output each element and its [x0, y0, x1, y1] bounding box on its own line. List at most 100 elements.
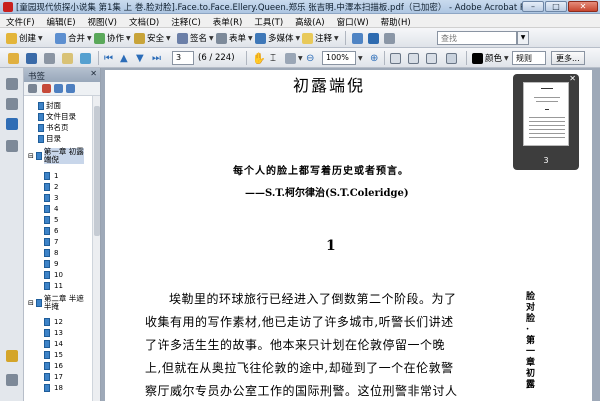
- sign-button[interactable]: 签名 ▼: [177, 31, 214, 45]
- bookmark-subitem[interactable]: 18: [44, 384, 63, 392]
- bookmark-subitem[interactable]: 2: [44, 183, 58, 191]
- fit-width-button[interactable]: [408, 51, 419, 65]
- signatures-icon[interactable]: [6, 140, 18, 152]
- next-page-button[interactable]: ▼: [136, 51, 144, 65]
- scrollbar-thumb[interactable]: [94, 106, 100, 236]
- bookmark-subitem[interactable]: 4: [44, 205, 58, 213]
- bookmark-subitem[interactable]: 10: [44, 271, 63, 279]
- page-count: (6 / 224): [198, 53, 235, 63]
- menu-tools[interactable]: 工具(T): [248, 14, 289, 28]
- bookmark-subitem[interactable]: 17: [44, 373, 63, 381]
- zoom-dropdown[interactable]: ▼: [358, 51, 363, 65]
- attachments-icon[interactable]: [6, 374, 18, 386]
- multimedia-label: 多媒体: [268, 34, 294, 44]
- page-thumbnail-popup[interactable]: ✕ 3: [513, 74, 579, 170]
- color-swatch-icon: [472, 52, 483, 64]
- menu-advanced[interactable]: 高级(A): [289, 14, 330, 28]
- search-input[interactable]: 查找: [437, 31, 517, 45]
- select-button[interactable]: [384, 31, 395, 45]
- bookmark-subitem[interactable]: 8: [44, 249, 58, 257]
- bookmark-subitem[interactable]: 7: [44, 238, 58, 246]
- options-icon[interactable]: [28, 84, 37, 93]
- menu-document[interactable]: 文档(D): [123, 14, 165, 28]
- bookmark-item-cover[interactable]: 封面: [38, 102, 61, 110]
- comment-button[interactable]: 注释 ▼: [302, 31, 339, 45]
- pages-icon[interactable]: [6, 78, 18, 90]
- bookmark-chapter-1[interactable]: ⊟ 第一章 初露端倪: [28, 148, 84, 164]
- menu-view[interactable]: 视图(V): [82, 14, 123, 28]
- bookmark-subitem[interactable]: 15: [44, 351, 63, 359]
- bookmark-subitem[interactable]: 1: [44, 172, 58, 180]
- bookmark-subitem[interactable]: 3: [44, 194, 58, 202]
- delete-icon[interactable]: [42, 84, 51, 93]
- comments-icon[interactable]: [6, 350, 18, 362]
- zoom-out-button[interactable]: ⊖: [306, 51, 314, 65]
- fit-page-button[interactable]: [390, 51, 401, 65]
- previous-page-button[interactable]: ▲: [120, 51, 128, 65]
- email-button[interactable]: [62, 51, 73, 65]
- menu-edit[interactable]: 编辑(E): [41, 14, 82, 28]
- zoom-in-button[interactable]: ⊕: [370, 51, 378, 65]
- zoom-tool-button[interactable]: ▼: [285, 51, 303, 65]
- close-button[interactable]: ✕: [568, 1, 598, 12]
- undo-icon: [368, 32, 379, 44]
- zoom-icon: [285, 52, 296, 64]
- menu-comments[interactable]: 注释(C): [165, 14, 207, 28]
- bookmark-page-icon: [38, 135, 44, 143]
- save-button[interactable]: [26, 51, 37, 65]
- edit-button[interactable]: [352, 31, 363, 45]
- close-icon[interactable]: ✕: [569, 74, 576, 83]
- arrow-up-icon: ▲: [120, 52, 128, 64]
- bookmarks-scrollbar[interactable]: [92, 96, 100, 401]
- bookmark-subitem[interactable]: 5: [44, 216, 58, 224]
- page-number-input[interactable]: 3: [172, 51, 194, 65]
- forms-button[interactable]: 表单 ▼: [216, 31, 253, 45]
- attach-button[interactable]: [80, 51, 91, 65]
- paragraph-line: 上,但就在从奥拉飞往伦敦的途中,却碰到了一个在伦敦警: [145, 361, 454, 375]
- menu-forms[interactable]: 表单(R): [207, 14, 249, 28]
- print-button[interactable]: [44, 51, 55, 65]
- expand-icon[interactable]: [66, 84, 75, 93]
- rotate-button[interactable]: [446, 51, 457, 65]
- open-button[interactable]: [8, 51, 19, 65]
- bookmark-chapter-2[interactable]: ⊟ 第二章 半遮半掩: [28, 295, 84, 311]
- zoom-level-input[interactable]: 100%: [322, 51, 356, 65]
- bookmark-subitem[interactable]: 14: [44, 340, 63, 348]
- minimize-button[interactable]: –: [522, 1, 544, 12]
- secure-button[interactable]: 安全 ▼: [134, 31, 171, 45]
- multimedia-button[interactable]: 多媒体 ▼: [255, 31, 300, 45]
- bookmark-icon[interactable]: [6, 118, 18, 130]
- undo-button[interactable]: [368, 31, 379, 45]
- menu-help[interactable]: 帮助(H): [375, 14, 417, 28]
- menu-file[interactable]: 文件(F): [0, 14, 41, 28]
- search-dropdown[interactable]: ▼: [517, 31, 529, 45]
- color-picker[interactable]: 颜色 ▼: [472, 51, 509, 65]
- bookmark-item-file-toc[interactable]: 文件目录: [38, 113, 76, 121]
- collaborate-button[interactable]: 协作 ▼: [94, 31, 131, 45]
- select-text-button[interactable]: ⌶: [270, 51, 276, 65]
- close-icon[interactable]: ✕: [90, 69, 97, 78]
- plus-icon: ⊕: [370, 52, 379, 64]
- hand-tool-button[interactable]: ✋: [252, 51, 266, 65]
- more-button[interactable]: 更多...: [551, 51, 585, 65]
- menu-window[interactable]: 窗口(W): [331, 14, 375, 28]
- bookmark-subitem[interactable]: 16: [44, 362, 63, 370]
- running-head-vertical: 脸对脸·第一章 初露: [526, 292, 545, 390]
- last-page-button[interactable]: ⏭: [152, 51, 161, 65]
- read-mode-button[interactable]: [426, 51, 437, 65]
- create-button[interactable]: 创建 ▼: [6, 31, 43, 45]
- merge-button[interactable]: 合并 ▼: [55, 31, 92, 45]
- first-page-button[interactable]: ⏮: [104, 51, 113, 65]
- bookmark-subitem[interactable]: 11: [44, 282, 63, 290]
- bookmark-subitem[interactable]: 13: [44, 329, 63, 337]
- bookmark-subitem[interactable]: 9: [44, 260, 58, 268]
- rules-dropdown[interactable]: 规则: [512, 51, 546, 65]
- bookmark-item-contents[interactable]: 目录: [38, 135, 61, 143]
- new-bookmark-icon[interactable]: [54, 84, 63, 93]
- bookmark-subitem[interactable]: 12: [44, 318, 63, 326]
- page-thumbnail[interactable]: [523, 82, 569, 146]
- bookmark-subitem[interactable]: 6: [44, 227, 58, 235]
- layers-icon[interactable]: [6, 98, 18, 110]
- maximize-button[interactable]: □: [545, 1, 567, 12]
- bookmark-item-title-page[interactable]: 书名页: [38, 124, 69, 132]
